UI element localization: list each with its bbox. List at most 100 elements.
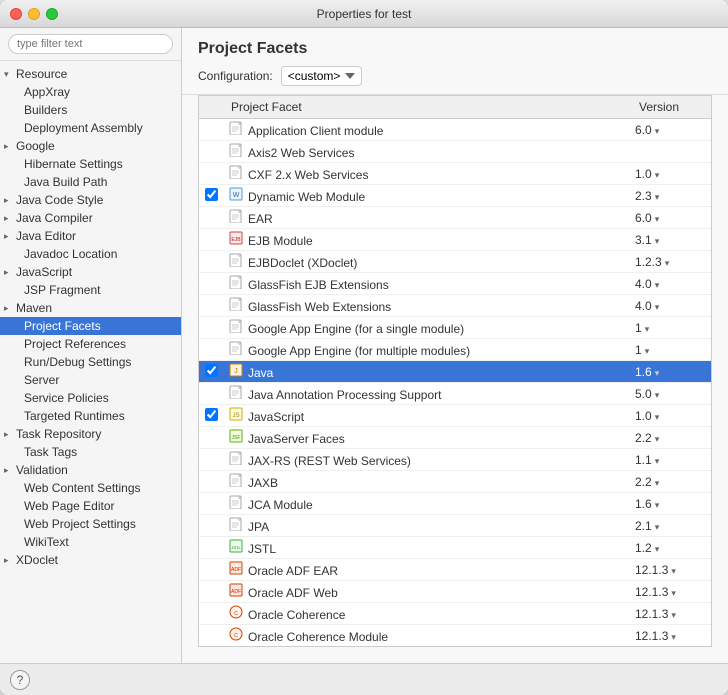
version-dropdown-arrow[interactable]: ▾: [671, 632, 676, 642]
sidebar-item-java-editor[interactable]: Java Editor: [0, 227, 181, 245]
facet-checkbox[interactable]: [205, 408, 218, 421]
sidebar-item-task-tags[interactable]: Task Tags: [0, 443, 181, 461]
version-dropdown-arrow[interactable]: ▾: [655, 236, 660, 246]
sidebar-item-web-content-settings[interactable]: Web Content Settings: [0, 479, 181, 497]
version-dropdown-arrow[interactable]: ▾: [655, 456, 660, 466]
version-dropdown-arrow[interactable]: ▾: [655, 280, 660, 290]
version-dropdown-arrow[interactable]: ▾: [655, 214, 660, 224]
version-dropdown-arrow[interactable]: ▾: [645, 346, 650, 356]
table-row[interactable]: ADFOracle ADF EAR12.1.3▾: [199, 559, 711, 581]
table-row[interactable]: EAR6.0▾: [199, 207, 711, 229]
sidebar-item-project-references[interactable]: Project References: [0, 335, 181, 353]
table-row[interactable]: COracle Coherence12.1.3▾: [199, 603, 711, 625]
sidebar-item-java-compiler[interactable]: Java Compiler: [0, 209, 181, 227]
sidebar-item-wikitext[interactable]: WikiText: [0, 533, 181, 551]
table-row[interactable]: EJBEJB Module3.1▾: [199, 229, 711, 251]
sidebar-item-java-code-style[interactable]: Java Code Style: [0, 191, 181, 209]
facet-checkbox[interactable]: [205, 364, 218, 377]
version-dropdown-arrow[interactable]: ▾: [655, 478, 660, 488]
version-dropdown-arrow[interactable]: ▾: [655, 390, 660, 400]
minimize-button[interactable]: [28, 8, 40, 20]
version-dropdown-arrow[interactable]: ▾: [655, 368, 660, 378]
sidebar-item-web-project-settings[interactable]: Web Project Settings: [0, 515, 181, 533]
sidebar-item-validation[interactable]: Validation: [0, 461, 181, 479]
facet-version-cell: 12.1.3▾: [631, 625, 711, 647]
table-row[interactable]: JCA Module1.6▾: [199, 493, 711, 515]
maximize-button[interactable]: [46, 8, 58, 20]
facet-name-cell: WDynamic Web Module: [223, 185, 631, 207]
table-row[interactable]: JAXB2.2▾: [199, 471, 711, 493]
sidebar-item-google[interactable]: Google: [0, 137, 181, 155]
sidebar: ResourceAppXrayBuildersDeployment Assemb…: [0, 28, 182, 663]
table-row[interactable]: Google App Engine (for multiple modules)…: [199, 339, 711, 361]
table-row[interactable]: EJBDoclet (XDoclet)1.2.3▾: [199, 251, 711, 273]
version-dropdown-arrow[interactable]: ▾: [655, 192, 660, 202]
table-row[interactable]: Google App Engine (for a single module)1…: [199, 317, 711, 339]
table-row[interactable]: Axis2 Web Services: [199, 141, 711, 163]
facet-checkbox-cell: [199, 273, 223, 295]
panel-header: Project Facets Configuration: <custom>: [182, 28, 728, 95]
version-dropdown-arrow[interactable]: ▾: [671, 588, 676, 598]
facet-icon: J: [229, 363, 243, 377]
facet-version-text: 1.6: [635, 365, 652, 379]
facet-version-text: 12.1.3: [635, 585, 668, 599]
sidebar-item-builders[interactable]: Builders: [0, 101, 181, 119]
facet-name-cell: GlassFish Web Extensions: [223, 295, 631, 317]
version-dropdown-arrow[interactable]: ▾: [671, 566, 676, 576]
version-dropdown-arrow[interactable]: ▾: [655, 302, 660, 312]
facet-icon: ADF: [229, 561, 243, 575]
sidebar-item-resource[interactable]: Resource: [0, 65, 181, 83]
facet-checkbox[interactable]: [205, 188, 218, 201]
table-row[interactable]: JJava1.6▾: [199, 361, 711, 383]
facet-version-text: 2.1: [635, 519, 652, 533]
table-row[interactable]: CXF 2.x Web Services1.0▾: [199, 163, 711, 185]
sidebar-item-web-page-editor[interactable]: Web Page Editor: [0, 497, 181, 515]
table-row[interactable]: JPA2.1▾: [199, 515, 711, 537]
table-row[interactable]: JAX-RS (REST Web Services)1.1▾: [199, 449, 711, 471]
version-dropdown-arrow[interactable]: ▾: [655, 126, 660, 136]
sidebar-item-xdoclet[interactable]: XDoclet: [0, 551, 181, 569]
table-row[interactable]: GlassFish EJB Extensions4.0▾: [199, 273, 711, 295]
sidebar-item-javascript[interactable]: JavaScript: [0, 263, 181, 281]
col-checkbox: [199, 96, 223, 119]
sidebar-item-java-build-path[interactable]: Java Build Path: [0, 173, 181, 191]
version-dropdown-arrow[interactable]: ▾: [655, 434, 660, 444]
version-dropdown-arrow[interactable]: ▾: [665, 258, 670, 268]
facet-checkbox-cell: [199, 339, 223, 361]
sidebar-item-server[interactable]: Server: [0, 371, 181, 389]
table-row[interactable]: JSTLJSTL1.2▾: [199, 537, 711, 559]
table-row[interactable]: JSFJavaServer Faces2.2▾: [199, 427, 711, 449]
sidebar-item-project-facets[interactable]: Project Facets: [0, 317, 181, 335]
version-dropdown-arrow[interactable]: ▾: [655, 522, 660, 532]
sidebar-item-run-debug-settings[interactable]: Run/Debug Settings: [0, 353, 181, 371]
table-row[interactable]: GlassFish Web Extensions4.0▾: [199, 295, 711, 317]
sidebar-item-deployment-assembly[interactable]: Deployment Assembly: [0, 119, 181, 137]
sidebar-item-task-repository[interactable]: Task Repository: [0, 425, 181, 443]
facet-icon: [229, 385, 243, 399]
sidebar-item-javadoc-location[interactable]: Javadoc Location: [0, 245, 181, 263]
sidebar-item-service-policies[interactable]: Service Policies: [0, 389, 181, 407]
table-row[interactable]: COracle Coherence Module12.1.3▾: [199, 625, 711, 647]
sidebar-item-targeted-runtimes[interactable]: Targeted Runtimes: [0, 407, 181, 425]
help-button[interactable]: ?: [10, 670, 30, 690]
version-dropdown-arrow[interactable]: ▾: [671, 610, 676, 620]
sidebar-item-jsp-fragment[interactable]: JSP Fragment: [0, 281, 181, 299]
version-dropdown-arrow[interactable]: ▾: [655, 544, 660, 554]
search-input[interactable]: [8, 34, 173, 54]
version-dropdown-arrow[interactable]: ▾: [655, 170, 660, 180]
table-row[interactable]: WLOracle WebLogic EAR Extensions12.1.3▾: [199, 647, 711, 648]
table-row[interactable]: JSJavaScript1.0▾: [199, 405, 711, 427]
config-select[interactable]: <custom>: [281, 66, 362, 86]
version-dropdown-arrow[interactable]: ▾: [645, 324, 650, 334]
sidebar-item-appxray[interactable]: AppXray: [0, 83, 181, 101]
version-dropdown-arrow[interactable]: ▾: [655, 412, 660, 422]
table-row[interactable]: Application Client module6.0▾: [199, 119, 711, 141]
facet-icon: JSF: [229, 429, 243, 443]
sidebar-item-maven[interactable]: Maven: [0, 299, 181, 317]
sidebar-item-hibernate-settings[interactable]: Hibernate Settings: [0, 155, 181, 173]
close-button[interactable]: [10, 8, 22, 20]
table-row[interactable]: Java Annotation Processing Support5.0▾: [199, 383, 711, 405]
table-row[interactable]: WDynamic Web Module2.3▾: [199, 185, 711, 207]
table-row[interactable]: ADFOracle ADF Web12.1.3▾: [199, 581, 711, 603]
version-dropdown-arrow[interactable]: ▾: [655, 500, 660, 510]
